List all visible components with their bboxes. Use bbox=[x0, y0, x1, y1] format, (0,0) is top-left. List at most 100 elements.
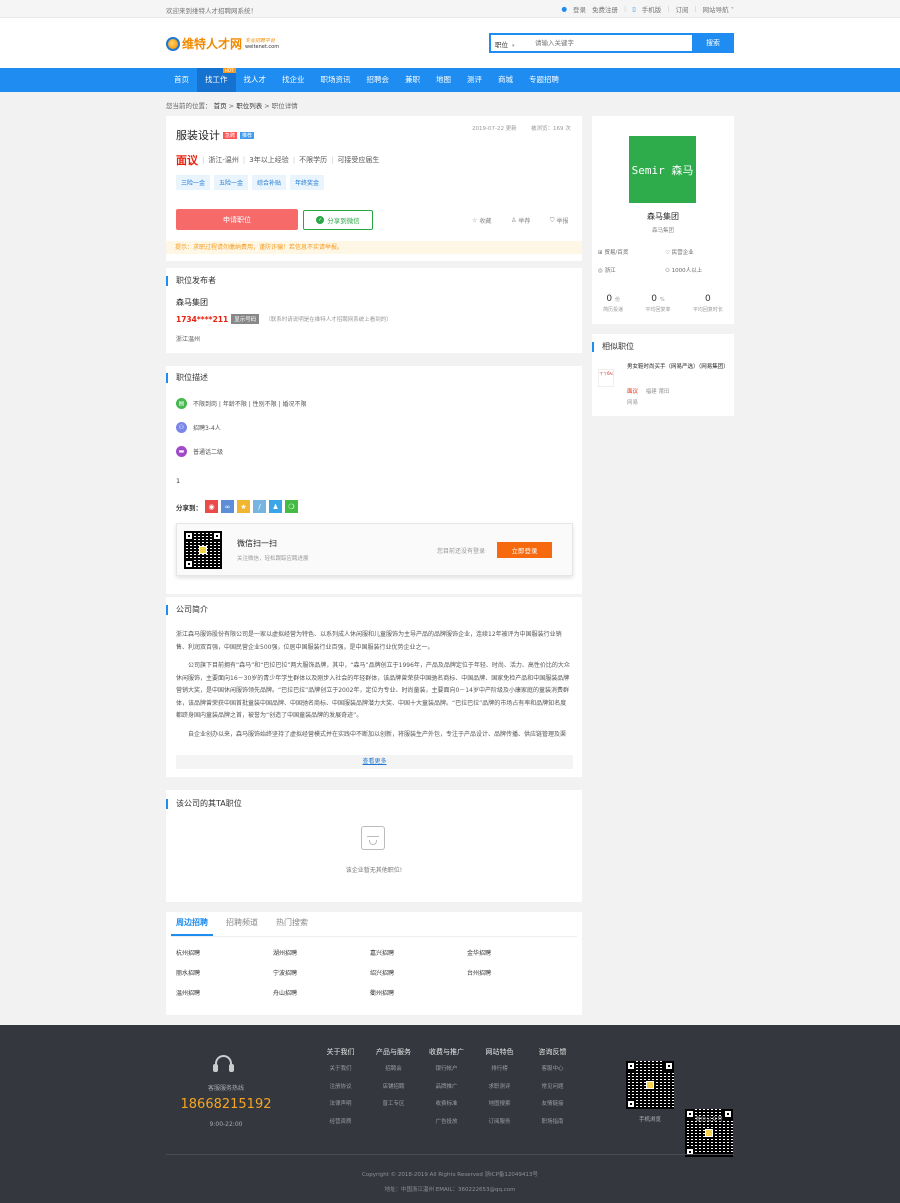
footer-link[interactable]: 求职测评 bbox=[473, 1079, 526, 1097]
divider: | bbox=[242, 156, 246, 164]
nav-item-label: 商城 bbox=[498, 75, 513, 84]
breadcrumb-home[interactable]: 首页 bbox=[214, 102, 227, 110]
nav-item[interactable]: 职场资讯 bbox=[313, 68, 359, 92]
search-button[interactable]: 搜索 bbox=[692, 33, 734, 53]
footer-link[interactable]: 订阅服务 bbox=[473, 1114, 526, 1132]
headcount-text: 招聘3-4人 bbox=[193, 425, 221, 432]
nav-item[interactable]: 兼职 bbox=[397, 68, 428, 92]
stat-value: 0 bbox=[606, 294, 613, 304]
search-input[interactable] bbox=[535, 37, 685, 49]
recruit-tab[interactable]: 招聘频道 bbox=[221, 912, 263, 936]
login-hint: 您目前还没有登录 bbox=[437, 548, 486, 555]
footer-link[interactable]: 经营资质 bbox=[314, 1114, 367, 1132]
nav-item-label: 地图 bbox=[436, 75, 451, 84]
search-type-select[interactable]: 职位 bbox=[495, 39, 515, 49]
mobile-link[interactable]: 手机版 bbox=[642, 4, 662, 14]
logo-domain: weitenet.com bbox=[245, 43, 280, 50]
company-intro-text: 浙江森马服饰股份有限公司是一家以虚拟经营为特色、以系列成人休闲服和儿童服饰为主导… bbox=[176, 629, 572, 751]
nav-item[interactable]: 首页 bbox=[166, 68, 197, 92]
speech-icon: ▬ bbox=[176, 446, 187, 457]
footer-link[interactable]: 普工专区 bbox=[367, 1096, 420, 1114]
wechat-icon[interactable]: ❍ bbox=[285, 500, 298, 513]
city-link[interactable]: 杭州招聘 bbox=[176, 948, 273, 957]
recruit-tab[interactable]: 热门搜索 bbox=[271, 912, 313, 936]
city-link[interactable]: 台州招聘 bbox=[467, 968, 564, 977]
empty-box-icon bbox=[361, 826, 385, 850]
intro-paragraph: 浙江森马服饰股份有限公司是一家以虚拟经营为特色、以系列成人休闲服和儿童服饰为主导… bbox=[176, 631, 562, 651]
similar-job-company[interactable]: 网易 bbox=[627, 398, 638, 406]
nav-item[interactable]: 招聘会 bbox=[359, 68, 398, 92]
footer-link[interactable]: 常见问题 bbox=[526, 1079, 579, 1097]
report-button[interactable]: ⛉ 举报 bbox=[550, 216, 569, 226]
description-body: 1 bbox=[176, 477, 181, 485]
recommend-button[interactable]: ♙ 举荐 bbox=[511, 216, 530, 225]
footer-link[interactable]: 店铺招聘 bbox=[367, 1079, 420, 1097]
similar-job-title[interactable]: 男女鞋时尚买手（网易严选）（网易集团） bbox=[627, 363, 729, 372]
city-link[interactable]: 绍兴招聘 bbox=[370, 968, 467, 977]
city-link[interactable]: 温州招聘 bbox=[176, 988, 273, 997]
nav-item[interactable]: 地图 bbox=[428, 68, 459, 92]
register-link[interactable]: 免费注册 bbox=[592, 4, 618, 14]
weibo-icon[interactable]: ◉ bbox=[205, 500, 218, 513]
breadcrumb-list[interactable]: 职位列表 bbox=[236, 102, 262, 110]
footer-link[interactable]: 客服中心 bbox=[526, 1061, 579, 1079]
footer-link[interactable]: 排行榜 bbox=[473, 1061, 526, 1079]
mobile-qr-icon bbox=[626, 1061, 674, 1109]
site-nav-link[interactable]: 网站导航 ˅ bbox=[703, 4, 734, 14]
footer-link[interactable]: 法律声明 bbox=[314, 1096, 367, 1114]
qzone-icon[interactable]: ★ bbox=[237, 500, 250, 513]
city-link[interactable]: 湖州招聘 bbox=[273, 948, 370, 957]
apply-button[interactable]: 申请职位 bbox=[176, 209, 298, 230]
footer-link[interactable]: 友情链接 bbox=[526, 1096, 579, 1114]
login-link[interactable]: 登录 bbox=[573, 4, 586, 14]
view-more-link[interactable]: 查看更多 bbox=[176, 755, 573, 769]
show-phone-button[interactable]: 显示号码 bbox=[231, 314, 260, 324]
breadcrumb-sep: > bbox=[264, 102, 270, 110]
site-logo[interactable]: 维特人才网 专业招聘平台 weitenet.com bbox=[166, 35, 279, 52]
section-title: 职位发布者 bbox=[166, 276, 216, 286]
stat-value: 0 bbox=[651, 294, 658, 304]
divider: | bbox=[623, 5, 627, 13]
nav-item-label: 职场资讯 bbox=[320, 75, 351, 84]
city-link[interactable]: 丽水招聘 bbox=[176, 968, 273, 977]
city-link[interactable]: 嘉兴招聘 bbox=[370, 948, 467, 957]
company-logo[interactable]: Semir 森马 bbox=[629, 136, 696, 203]
nav-item[interactable]: 找企业 bbox=[274, 68, 313, 92]
report-label: 举报 bbox=[556, 218, 569, 225]
footer-link[interactable]: 品牌推广 bbox=[420, 1079, 473, 1097]
company-stat: 0 % 平均回复率 bbox=[645, 294, 670, 313]
collect-button[interactable]: ☆ 收藏 bbox=[472, 216, 491, 225]
nav-item[interactable]: 找人才 bbox=[236, 68, 275, 92]
city-link[interactable]: 衢州招聘 bbox=[370, 988, 467, 997]
footer-link[interactable]: 关于我们 bbox=[314, 1061, 367, 1079]
footer-link[interactable]: 招聘会 bbox=[367, 1061, 420, 1079]
footer-link[interactable]: 广告投放 bbox=[420, 1114, 473, 1132]
qq-icon[interactable]: ♟ bbox=[269, 500, 282, 513]
footer-link[interactable]: 银行帐户 bbox=[420, 1061, 473, 1079]
publisher-company[interactable]: 森马集团 bbox=[176, 297, 208, 308]
nav-item[interactable]: 专题招聘 bbox=[521, 68, 567, 92]
recruit-tab[interactable]: 周边招聘 bbox=[171, 912, 213, 936]
footer-column: 产品与服务 招聘会 店铺招聘 普工专区 bbox=[367, 1047, 420, 1131]
renren-icon[interactable]: ∞ bbox=[221, 500, 234, 513]
footer-link[interactable]: 地图搜索 bbox=[473, 1096, 526, 1114]
city-link[interactable]: 金华招聘 bbox=[467, 948, 564, 957]
user-icon: ● bbox=[561, 5, 567, 13]
nav-item[interactable]: 找工作 HOT bbox=[197, 68, 236, 92]
nav-item[interactable]: 商城 bbox=[490, 68, 521, 92]
login-now-button[interactable]: 立即登录 bbox=[497, 542, 552, 558]
company-type: ♡ 民营企业 bbox=[665, 248, 694, 256]
heart-icon: ♡ bbox=[665, 250, 672, 256]
city-link[interactable]: 宁波招聘 bbox=[273, 968, 370, 977]
footer-link[interactable]: 职场指南 bbox=[526, 1114, 579, 1132]
company-name[interactable]: 森马集团 bbox=[592, 211, 734, 222]
nav-item[interactable]: 测评 bbox=[459, 68, 490, 92]
subscribe-link[interactable]: 订阅 bbox=[675, 4, 688, 14]
share-wechat-button[interactable]: ✓ 分享到微信 bbox=[303, 210, 373, 230]
footer-link[interactable]: 收费标准 bbox=[420, 1096, 473, 1114]
city-link[interactable]: 舟山招聘 bbox=[273, 988, 370, 997]
publisher-phone: 1734****211 bbox=[176, 314, 229, 324]
tencent-weibo-icon[interactable]: ∕ bbox=[253, 500, 266, 513]
footer-link[interactable]: 注册协议 bbox=[314, 1079, 367, 1097]
company-logo-text: Semir 森马 bbox=[631, 163, 694, 177]
